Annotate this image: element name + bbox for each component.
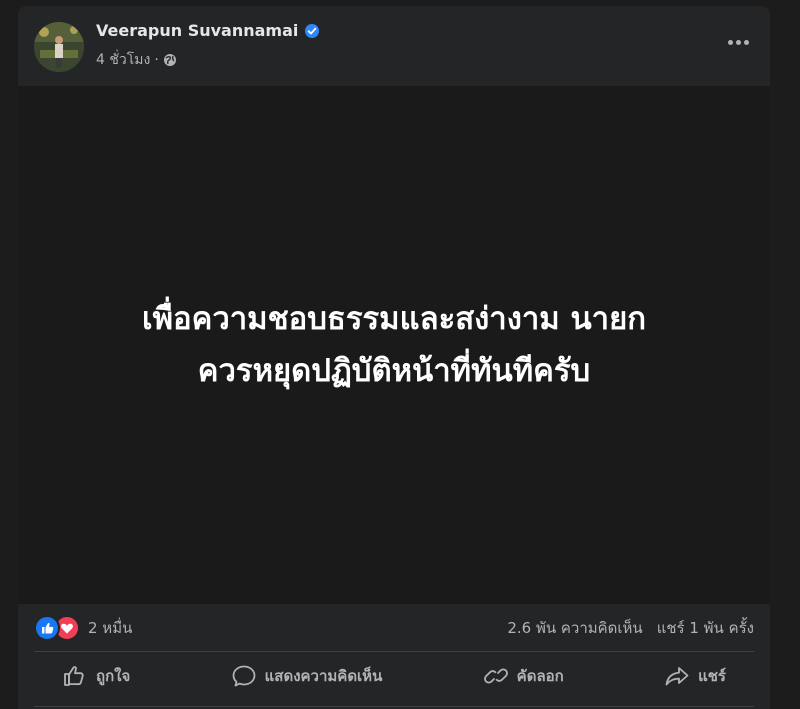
action-bar: ถูกใจ แสดงความคิดเห็น คัดลอก แชร์ [34,654,754,698]
verified-badge-icon [304,23,320,39]
meta-separator: · [154,52,159,68]
post-meta: 4 ชั่วโมง · [96,49,177,71]
copy-link-button[interactable]: คัดลอก [455,656,592,696]
post-time[interactable]: 4 ชั่วโมง [96,49,150,71]
comment-label: แสดงความคิดเห็น [264,667,383,685]
reactions-summary[interactable]: 2 หมื่น [34,615,132,641]
divider [34,651,754,652]
post-header: Veerapun Suvannamai 4 ชั่วโมง · [18,6,770,86]
post-text-line-1: เพื่อความชอบธรรมและสง่างาม นายก [141,301,647,337]
post-content: เพื่อความชอบธรรมและสง่างาม นายก ควรหยุดป… [18,86,770,604]
author-name[interactable]: Veerapun Suvannamai [96,21,298,40]
like-button[interactable]: ถูกใจ [34,656,158,696]
post-text-line-2: ควรหยุดปฏิบัติหน้าที่ทันทีครับ [197,353,591,389]
engagement-stats: 2.6 พัน ความคิดเห็น แชร์ 1 พัน ครั้ง [507,616,754,640]
copy-label: คัดลอก [516,667,564,685]
globe-icon[interactable] [163,53,177,67]
share-count[interactable]: แชร์ 1 พัน ครั้ง [657,616,754,640]
reaction-count: 2 หมื่น [88,619,133,637]
author-row: Veerapun Suvannamai [96,21,320,40]
share-icon [665,667,689,686]
share-button[interactable]: แชร์ [636,656,754,696]
more-horizontal-icon[interactable] [724,32,752,52]
link-icon [483,668,508,684]
share-label: แชร์ [698,667,726,685]
comment-count[interactable]: 2.6 พัน ความคิดเห็น [507,616,642,640]
comment-icon [232,665,256,687]
post-card: Veerapun Suvannamai 4 ชั่วโมง · เพื่อควา… [18,6,770,709]
post-stats: 2 หมื่น 2.6 พัน ความคิดเห็น แชร์ 1 พัน ค… [18,606,770,650]
avatar[interactable] [34,22,84,72]
thumbs-up-icon [64,666,84,686]
bottom-divider [34,706,754,707]
comment-button[interactable]: แสดงความคิดเห็น [203,656,411,696]
avatar-image [34,22,84,72]
like-label: ถูกใจ [96,667,131,685]
like-icon [34,615,60,641]
